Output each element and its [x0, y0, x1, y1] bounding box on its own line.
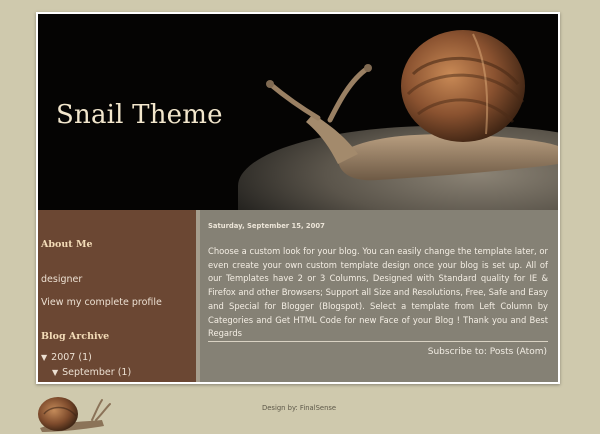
footer-credit: Design by: FinalSense: [262, 404, 337, 412]
triangle-down-icon[interactable]: ▼: [41, 353, 47, 362]
posts-atom-link[interactable]: Posts (Atom): [490, 347, 547, 357]
main-content: Saturday, September 15, 2007 Choose a cu…: [200, 210, 558, 382]
blog-title[interactable]: Snail Theme: [56, 100, 223, 130]
footer-snail-image: [38, 397, 111, 432]
archive-year-item: ▼ 2007 (1): [41, 352, 92, 363]
archive-month-count: (1): [117, 367, 132, 378]
triangle-down-icon[interactable]: ▼: [52, 368, 58, 377]
post-body: Choose a custom look for your blog. You …: [208, 246, 548, 339]
archive-year-count: (1): [78, 352, 92, 363]
subscribe-label: Subscribe to:: [427, 347, 487, 357]
profile-name: designer: [41, 274, 83, 285]
subscribe-line: Subscribe to: Posts (Atom): [428, 347, 547, 357]
archive-month-item: ▼ September (1): [52, 367, 131, 378]
blog-archive-heading: Blog Archive: [41, 331, 110, 342]
about-me-heading: About Me: [41, 239, 93, 250]
sidebar: About Me designer View my complete profi…: [38, 210, 196, 382]
header-banner: Snail Theme: [38, 14, 558, 210]
snail-image: [266, 30, 558, 181]
archive-year-link[interactable]: 2007: [51, 352, 75, 363]
page-frame: Snail Theme About Me designer View my co…: [36, 12, 560, 384]
archive-month-link[interactable]: September: [62, 367, 115, 378]
view-profile-link[interactable]: View my complete profile: [41, 297, 162, 308]
post-divider: [208, 341, 548, 342]
post-date: Saturday, September 15, 2007: [208, 222, 325, 230]
